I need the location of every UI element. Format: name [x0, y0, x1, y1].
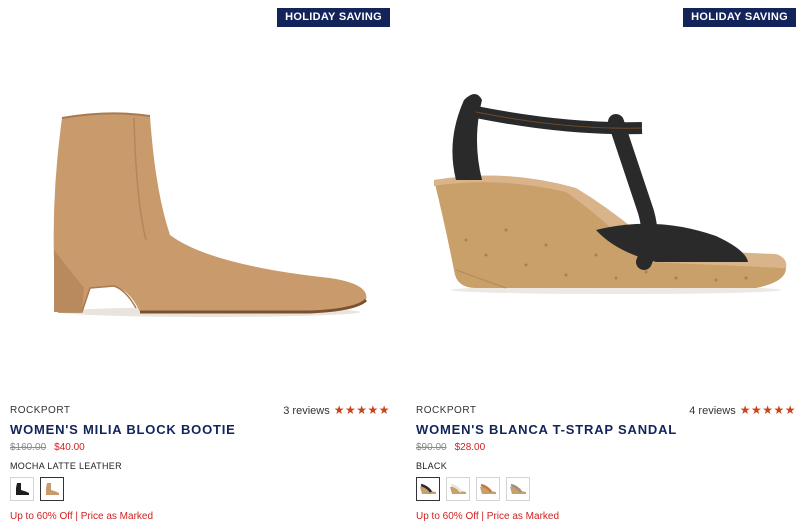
reviews-count[interactable]: 4 reviews [689, 405, 735, 417]
holiday-saving-badge: HOLIDAY SAVING [277, 8, 390, 27]
star-rating-icon: ★★★★★ [333, 403, 390, 417]
sale-price: $28.00 [454, 442, 486, 453]
product-name[interactable]: WOMEN'S BLANCA T-STRAP SANDAL [416, 422, 677, 437]
tan-ankle-bootie-image [53, 112, 368, 317]
black-bootie-swatch-icon [16, 483, 29, 495]
promo-text: Up to 60% Off | Price as Marked [10, 511, 154, 522]
sale-price: $40.00 [54, 442, 85, 453]
color-swatch-black[interactable] [416, 477, 440, 501]
black-t-strap-wedge-sandal-image [434, 94, 787, 294]
star-rating-icon: ★★★★★ [739, 403, 796, 417]
color-swatch-black[interactable] [10, 477, 34, 501]
price-block: $90.00 $28.00 [416, 442, 485, 453]
product-name[interactable]: WOMEN'S MILIA BLOCK BOOTIE [10, 422, 236, 437]
color-swatch-tan[interactable] [40, 477, 64, 501]
product-image[interactable] [416, 40, 796, 390]
selected-color-name: BLACK [416, 461, 448, 471]
original-price: $90.00 [416, 442, 447, 453]
reviews-count[interactable]: 3 reviews [283, 405, 329, 417]
holiday-saving-badge: HOLIDAY SAVING [683, 8, 796, 27]
color-swatch-tan[interactable] [476, 477, 500, 501]
promo-text: Up to 60% Off | Price as Marked [416, 511, 560, 522]
product-card[interactable]: HOLIDAY SAVING ROCKPORT 4 reviews ★★★★★ … [416, 0, 796, 526]
product-card[interactable]: HOLIDAY SAVING ROCKPORT 3 reviews ★★★★★ W… [10, 0, 390, 526]
color-swatches [10, 477, 64, 501]
selected-color-name: MOCHA LATTE LEATHER [10, 461, 122, 471]
black-sandal-swatch-icon [420, 483, 436, 494]
rating-summary[interactable]: 3 reviews ★★★★★ [283, 403, 390, 417]
color-swatches [416, 477, 530, 501]
tan-sandal-swatch-icon [480, 483, 496, 494]
brand-label: ROCKPORT [10, 405, 71, 416]
original-price: $160.00 [10, 442, 47, 453]
product-image[interactable] [10, 40, 390, 390]
tan-bootie-swatch-icon [46, 483, 59, 495]
taupe-sandal-swatch-icon [510, 483, 526, 494]
white-sandal-swatch-icon [450, 483, 466, 494]
brand-label: ROCKPORT [416, 405, 477, 416]
rating-summary[interactable]: 4 reviews ★★★★★ [689, 403, 796, 417]
color-swatch-taupe[interactable] [506, 477, 530, 501]
price-block: $160.00 $40.00 [10, 442, 85, 453]
color-swatch-white[interactable] [446, 477, 470, 501]
